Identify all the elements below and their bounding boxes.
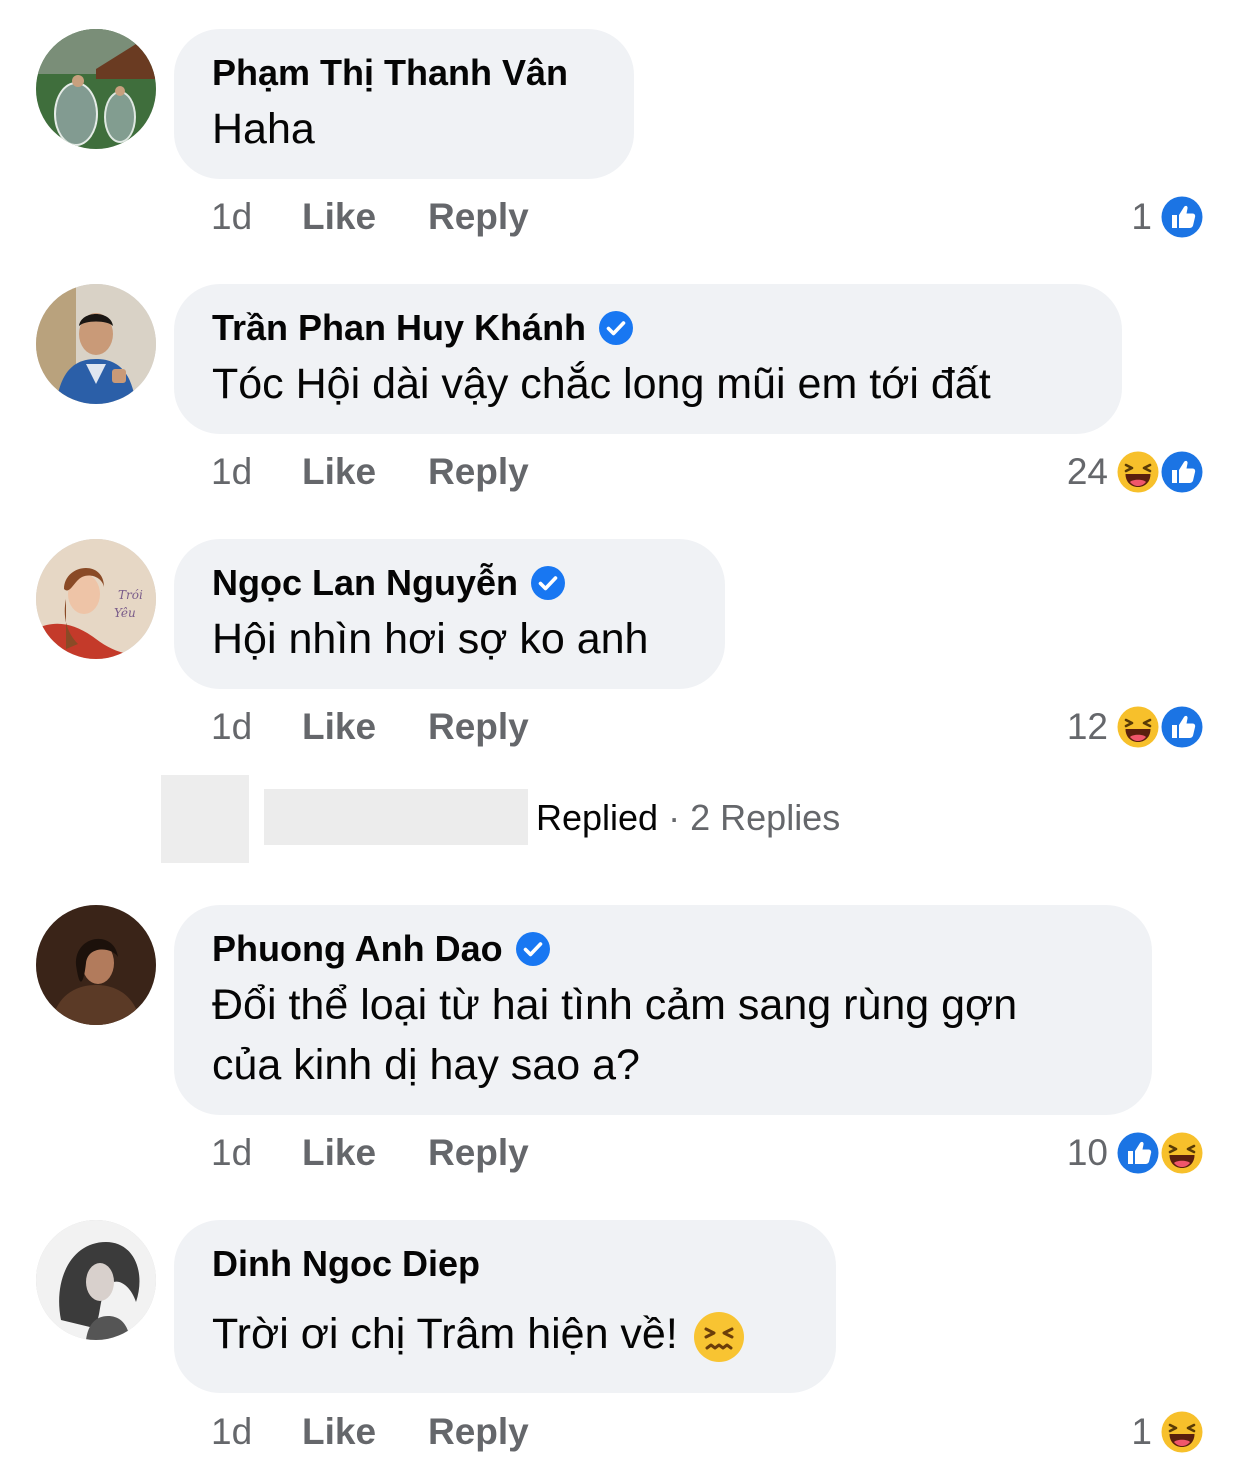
avatar[interactable] <box>36 1220 156 1340</box>
reaction-count: 1 <box>1131 1411 1152 1452</box>
comment-actions: 1d Like Reply <box>211 1129 529 1177</box>
comment-bubble: Phuong Anh Dao Đổi thể loại từ hai tình … <box>174 905 1152 1115</box>
reaction-count: 10 <box>1066 1132 1108 1173</box>
like-icon <box>1158 448 1206 496</box>
comment-time[interactable]: 1d <box>211 1132 302 1174</box>
comment-bubble: Ngọc Lan Nguyễn Hội nhìn hơi sợ ko anh <box>174 539 725 689</box>
comment-time[interactable]: 1d <box>211 196 302 238</box>
comment-actions: 1d Like Reply <box>211 1408 529 1456</box>
comment-text: Tóc Hội dài vậy chắc long mũi em tới đất <box>212 360 991 408</box>
reaction-summary[interactable]: 24 <box>1067 448 1206 496</box>
avatar-photo-icon: Trói Yêu <box>36 539 156 659</box>
reaction-summary[interactable]: 10 <box>1067 1129 1206 1177</box>
reply-button[interactable]: Reply <box>428 196 529 238</box>
author-name[interactable]: Phạm Thị Thanh Vân <box>212 51 568 95</box>
reply-button[interactable]: Reply <box>428 1132 529 1174</box>
comment-author[interactable]: Dinh Ngoc Diep <box>212 1242 798 1286</box>
replies-preview[interactable]: Replied · 2 Replies <box>161 775 1061 865</box>
replies-summary[interactable]: Replied · 2 Replies <box>536 797 840 839</box>
like-button[interactable]: Like <box>302 706 428 748</box>
avatar[interactable] <box>36 284 156 404</box>
author-name[interactable]: Dinh Ngoc Diep <box>212 1242 480 1286</box>
avatar[interactable]: Trói Yêu <box>36 539 156 659</box>
verified-badge-icon <box>598 310 634 346</box>
author-name[interactable]: Ngọc Lan Nguyễn <box>212 561 518 605</box>
comment-text-line: Đổi thể loại từ hai tình cảm sang rùng g… <box>212 981 1018 1029</box>
reaction-summary[interactable]: 1 <box>1131 193 1206 241</box>
separator: · <box>668 797 681 838</box>
avatar-photo-icon <box>36 29 156 149</box>
comment-text: Trời ơi chị Trâm hiện về! <box>212 1304 798 1364</box>
comment-text: Đổi thể loại từ hai tình cảm sang rùng g… <box>212 975 1114 1095</box>
comment-bubble: Trần Phan Huy Khánh Tóc Hội dài vậy chắc… <box>174 284 1122 434</box>
comment-text: Hội nhìn hơi sợ ko anh <box>212 615 649 663</box>
comment-author[interactable]: Phạm Thị Thanh Vân <box>212 51 596 95</box>
comment-time[interactable]: 1d <box>211 451 302 493</box>
tired-face-emoji-icon <box>692 1310 746 1364</box>
reaction-summary[interactable]: 1 <box>1131 1408 1206 1456</box>
reaction-count: 12 <box>1066 706 1108 747</box>
like-icon <box>1114 1129 1162 1177</box>
reaction-count: 1 <box>1131 196 1152 237</box>
comment-author[interactable]: Trần Phan Huy Khánh <box>212 306 1084 350</box>
comment-author[interactable]: Ngọc Lan Nguyễn <box>212 561 687 605</box>
comment-author[interactable]: Phuong Anh Dao <box>212 927 1114 971</box>
comment-text: Haha <box>212 105 315 153</box>
svg-text:Trói: Trói <box>118 588 143 602</box>
reply-button[interactable]: Reply <box>428 451 529 493</box>
comment-time[interactable]: 1d <box>211 706 302 748</box>
like-button[interactable]: Like <box>302 1132 428 1174</box>
like-button[interactable]: Like <box>302 1411 428 1453</box>
author-name[interactable]: Trần Phan Huy Khánh <box>212 306 586 350</box>
avatar-photo-icon <box>36 1220 156 1340</box>
avatar-photo-icon <box>36 905 156 1025</box>
reply-avatar-redacted <box>161 775 249 863</box>
comment-text-content: Trời ơi chị Trâm hiện về! <box>212 1310 678 1358</box>
like-icon <box>1158 703 1206 751</box>
reaction-summary[interactable]: 12 <box>1067 703 1206 751</box>
haha-icon <box>1114 703 1162 751</box>
comment-time[interactable]: 1d <box>211 1411 302 1453</box>
comment-actions: 1d Like Reply <box>211 448 529 496</box>
author-name[interactable]: Phuong Anh Dao <box>212 927 503 971</box>
like-button[interactable]: Like <box>302 196 428 238</box>
avatar-photo-icon <box>36 284 156 404</box>
verified-badge-icon <box>515 931 551 967</box>
comment-bubble: Dinh Ngoc Diep Trời ơi chị Trâm hiện về! <box>174 1220 836 1393</box>
reply-author-redacted <box>264 789 528 845</box>
comment-text-line: của kinh dị hay sao a? <box>212 1041 640 1089</box>
reply-button[interactable]: Reply <box>428 1411 529 1453</box>
haha-icon <box>1158 1129 1206 1177</box>
avatar[interactable] <box>36 905 156 1025</box>
verified-badge-icon <box>530 565 566 601</box>
replies-count[interactable]: 2 Replies <box>690 797 840 838</box>
comment-bubble: Phạm Thị Thanh Vân Haha <box>174 29 634 179</box>
reaction-count: 24 <box>1066 451 1108 492</box>
avatar[interactable] <box>36 29 156 149</box>
haha-icon <box>1158 1408 1206 1456</box>
reply-button[interactable]: Reply <box>428 706 529 748</box>
like-icon <box>1158 193 1206 241</box>
haha-icon <box>1114 448 1162 496</box>
comment-actions: 1d Like Reply <box>211 193 529 241</box>
replied-label: Replied <box>536 797 659 838</box>
comment-actions: 1d Like Reply <box>211 703 529 751</box>
svg-text:Yêu: Yêu <box>114 606 136 620</box>
like-button[interactable]: Like <box>302 451 428 493</box>
